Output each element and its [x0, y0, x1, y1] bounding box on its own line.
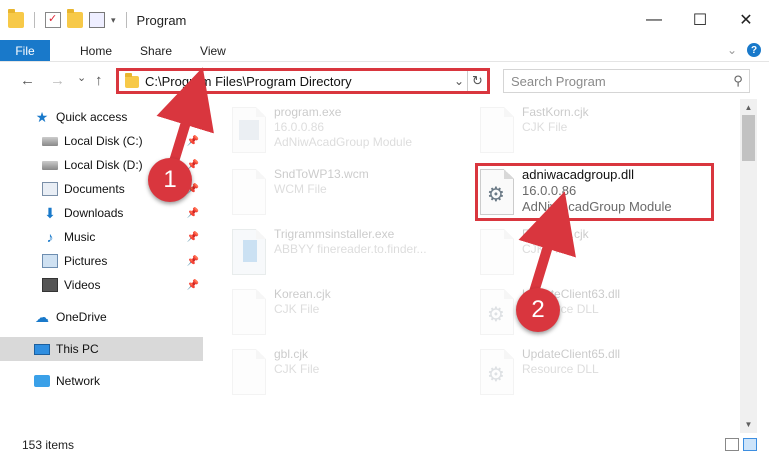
step-2-callout: 2	[516, 288, 560, 332]
arrow-to-address-bar	[156, 67, 214, 173]
step-1-callout: 1	[148, 158, 192, 202]
arrow-to-dll-file	[518, 191, 576, 297]
annotation-arrows	[156, 67, 576, 297]
